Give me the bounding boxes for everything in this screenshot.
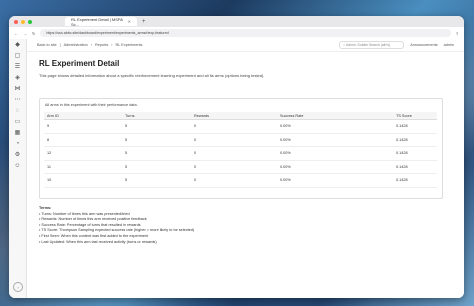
minimize-window-button[interactable] [21, 19, 25, 24]
search-placeholder: Admin: Soldier Search (alt+s) [346, 43, 391, 47]
arms-card: All arms in this experiment with their p… [39, 98, 443, 199]
pages-icon[interactable]: ▢ [9, 50, 26, 61]
reload-icon[interactable]: ↻ [32, 31, 35, 36]
page-description: This page shows detailed information abo… [39, 73, 265, 78]
terms-heading: Terms: [39, 206, 52, 210]
chat-icon[interactable]: ◌ [9, 105, 26, 116]
cell-rewards: 0 [191, 160, 277, 174]
calendar-icon[interactable]: ▦ [9, 127, 26, 138]
cell-success-rate: 0.00% [277, 133, 393, 147]
cell-turns: 5 [122, 160, 191, 174]
expand-icon[interactable]: › [13, 282, 23, 292]
cell-turns: 5 [122, 173, 191, 188]
topnav-right: ⌕ Admin: Soldier Search (alt+s) Announce… [339, 41, 454, 49]
cell-success-rate: 0.00% [277, 160, 393, 174]
cell-rewards: 0 [191, 119, 277, 134]
cell-turns: 5 [122, 133, 191, 147]
user-menu[interactable]: admin [444, 43, 454, 47]
cell-success-rate: 0.00% [277, 119, 393, 134]
new-tab-icon[interactable]: + [142, 19, 146, 25]
cell-ts-score: 0.1428 [393, 146, 437, 161]
column-header-success-rate[interactable]: Success Rate [277, 112, 393, 120]
cell-success-rate: 0.00% [277, 146, 393, 161]
sidebar: ◆ ▢ ☰ ◈ ⋈ ⋯ ◌ ▭ ▦ ◔ ⚙ ☺ › [9, 39, 27, 298]
main-content: Back to site | Administration › Reports … [27, 39, 464, 298]
terms-section: Terms: • Turns: Number of times this arm… [39, 206, 194, 245]
cell-ts-score: 0.1428 [393, 119, 437, 134]
cell-ts-score: 0.1428 [393, 160, 437, 174]
page-title: RL Experiment Detail [39, 59, 120, 68]
cell-ts-score: 0.1428 [393, 133, 437, 147]
table-row: 8 5 0 0.00% 0.1428 [44, 133, 437, 147]
column-header-turns[interactable]: Turns [122, 112, 191, 120]
close-window-button[interactable] [14, 19, 18, 24]
forward-arrow-icon[interactable]: → [23, 31, 27, 36]
cell-arm-id: 9 [44, 119, 122, 134]
announcements-link[interactable]: Announcements [410, 43, 437, 47]
table-row: 9 5 0 0.00% 0.1428 [44, 119, 437, 134]
tab-bar: RL Experiment Detail | MSPA Sc... ✕ + [9, 16, 464, 27]
cell-rewards: 0 [191, 133, 277, 147]
user-icon[interactable]: ☺ [9, 160, 26, 171]
breadcrumb-rl-experiments[interactable]: RL Experiments [116, 43, 143, 47]
tab-title: RL Experiment Detail | MSPA Sc... [71, 16, 123, 27]
cell-rewards: 0 [191, 173, 277, 188]
url-field[interactable]: https://sso.abbc.site/dashboard/experime… [40, 29, 451, 37]
browser-window: RL Experiment Detail | MSPA Sc... ✕ + ← … [9, 16, 464, 298]
cell-success-rate: 0.00% [277, 173, 393, 188]
breadcrumb-administration[interactable]: Administration [64, 43, 88, 47]
settings-icon[interactable]: ⚙ [9, 149, 26, 160]
list-icon[interactable]: ☰ [9, 61, 26, 72]
column-header-rewards[interactable]: Rewards [191, 112, 277, 120]
arms-description: All arms in this experiment with their p… [45, 103, 138, 107]
close-icon[interactable]: ✕ [128, 19, 131, 24]
table-row: 12 5 0 0.00% 0.1428 [44, 146, 437, 161]
cell-arm-id: 12 [44, 146, 122, 161]
browser-tab[interactable]: RL Experiment Detail | MSPA Sc... ✕ [65, 16, 137, 27]
back-arrow-icon[interactable]: ← [14, 31, 18, 36]
breadcrumb-reports[interactable]: Reports [95, 43, 108, 47]
maximize-window-button[interactable] [28, 19, 32, 24]
column-header-arm-id[interactable]: Arm ID [44, 112, 122, 120]
column-header-ts-score[interactable]: TS Score [393, 112, 437, 120]
cell-arm-id: 10 [44, 173, 122, 188]
table-row: 11 5 0 0.00% 0.1428 [44, 160, 437, 174]
cell-arm-id: 8 [44, 133, 122, 147]
arms-table: Arm ID Turns Rewards Success Rate TS Sco… [44, 112, 437, 188]
top-navigation: Back to site | Administration › Reports … [27, 39, 464, 52]
cell-arm-id: 11 [44, 160, 122, 174]
logo-icon[interactable]: ◆ [9, 39, 26, 50]
folder-icon[interactable]: ▭ [9, 116, 26, 127]
layers-icon[interactable]: ◈ [9, 72, 26, 83]
admin-search-input[interactable]: ⌕ Admin: Soldier Search (alt+s) [339, 41, 405, 49]
url-text: https://sso.abbc.site/dashboard/experime… [46, 31, 169, 35]
cell-turns: 5 [122, 146, 191, 161]
cell-turns: 5 [122, 119, 191, 134]
term-item: • Last Updated: When this arm last recei… [39, 239, 157, 244]
cell-rewards: 0 [191, 146, 277, 161]
table-row: 10 5 0 0.00% 0.1428 [44, 173, 437, 188]
table-header-row: Arm ID Turns Rewards Success Rate TS Sco… [44, 112, 437, 120]
flow-icon[interactable]: ⋈ [9, 83, 26, 94]
share-icon[interactable]: ⇪ [456, 31, 459, 36]
history-icon[interactable]: ◔ [9, 138, 26, 149]
cell-ts-score: 0.1428 [393, 173, 437, 188]
dots-icon[interactable]: ⋯ [9, 94, 26, 105]
back-to-site-link[interactable]: Back to site [37, 43, 57, 47]
